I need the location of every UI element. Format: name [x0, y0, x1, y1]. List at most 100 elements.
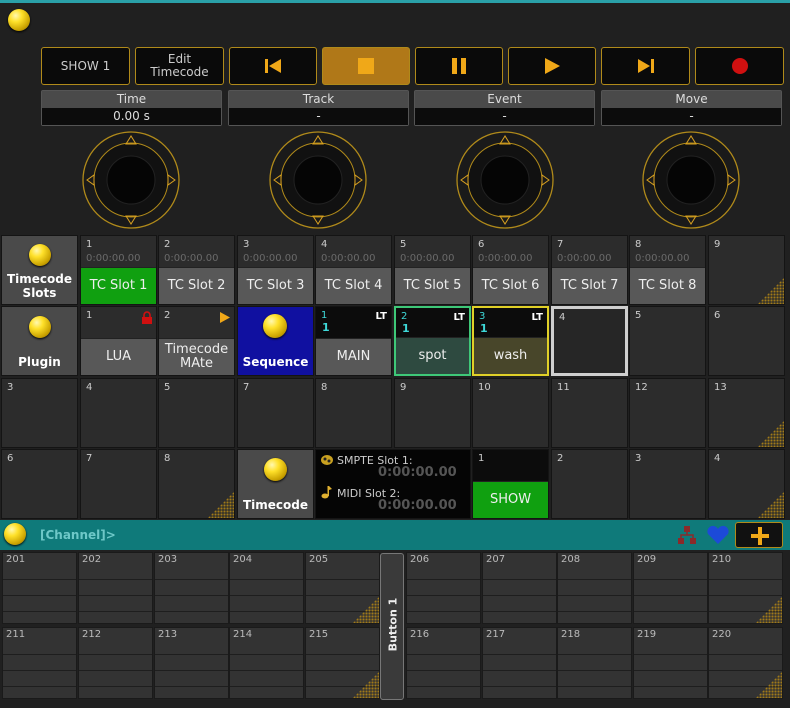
show-button[interactable]: SHOW 1: [41, 47, 130, 85]
executor-fader[interactable]: 215: [305, 627, 380, 699]
move-value: -: [602, 108, 781, 125]
skip-forward-button[interactable]: [601, 47, 690, 85]
time-field[interactable]: Time 0.00 s: [41, 90, 222, 126]
scroll-dots: [756, 672, 782, 698]
track-encoder-knob[interactable]: [269, 131, 367, 229]
tc-slot-6[interactable]: 6 0:00:00.00 TC Slot 6: [472, 235, 549, 305]
executor-fader[interactable]: 211: [2, 627, 77, 699]
button-1[interactable]: Button 1: [380, 553, 404, 700]
grid-cell[interactable]: 7: [237, 378, 314, 448]
grid-cell[interactable]: 8: [158, 449, 235, 519]
executor-fader[interactable]: 219: [633, 627, 708, 699]
grid-cell[interactable]: 4: [708, 449, 785, 519]
timecode-inputs-display[interactable]: SMPTE Slot 1: 0:00:00.00 MIDI Slot 2: 0:…: [315, 449, 471, 519]
executor-fader[interactable]: 213: [154, 627, 229, 699]
command-line[interactable]: [Channel]>: [0, 520, 790, 550]
executor-fader[interactable]: 208: [557, 552, 632, 624]
event-encoder-knob[interactable]: [456, 131, 554, 229]
executor-fader[interactable]: 218: [557, 627, 632, 699]
tc-slot-4[interactable]: 4 0:00:00.00 TC Slot 4: [315, 235, 392, 305]
tc-slot-2[interactable]: 2 0:00:00.00 TC Slot 2: [158, 235, 235, 305]
time-encoder-knob[interactable]: [82, 131, 180, 229]
executor-fader[interactable]: 212: [78, 627, 153, 699]
event-field[interactable]: Event -: [414, 90, 595, 126]
sequence-empty-5[interactable]: 5: [629, 306, 706, 376]
grid-cell[interactable]: 6: [1, 449, 78, 519]
executor-fader[interactable]: 204: [229, 552, 304, 624]
tc-slot-1[interactable]: 1 0:00:00.00 TC Slot 1: [80, 235, 157, 305]
executor-fader[interactable]: 202: [78, 552, 153, 624]
grid-cell[interactable]: 11: [551, 378, 628, 448]
fader-number: 218: [561, 629, 581, 640]
grid-cell[interactable]: 10: [472, 378, 549, 448]
slot-label: TC Slot 8: [630, 267, 705, 304]
move-field[interactable]: Move -: [601, 90, 782, 126]
executor-fader[interactable]: 216: [406, 627, 481, 699]
grid-cell[interactable]: 3: [629, 449, 706, 519]
sequence-spot[interactable]: 2 1 LT spot: [394, 306, 471, 376]
fader-divider: [407, 579, 480, 580]
play-button[interactable]: [508, 47, 596, 85]
grid-cell[interactable]: 7: [80, 449, 157, 519]
sequence-label: wash: [474, 337, 547, 374]
grid-cell[interactable]: 13: [708, 378, 785, 448]
fader-divider: [306, 670, 379, 671]
cell-number: 4: [559, 312, 566, 323]
plugin-header[interactable]: Plugin: [1, 306, 78, 376]
menu-ball-icon[interactable]: [8, 9, 30, 31]
sequence-main[interactable]: 1 1 LT MAIN: [315, 306, 392, 376]
executor-fader[interactable]: 210: [708, 552, 783, 624]
grid-cell[interactable]: 9: [394, 378, 471, 448]
executor-fader[interactable]: 214: [229, 627, 304, 699]
move-encoder-knob[interactable]: [642, 131, 740, 229]
cell-number: 3: [7, 382, 14, 393]
executor-fader[interactable]: 217: [482, 627, 557, 699]
grid-cell[interactable]: 4: [80, 378, 157, 448]
stop-icon: [358, 58, 374, 74]
timecode-show-1[interactable]: 1 SHOW: [472, 449, 549, 519]
timecode-header[interactable]: Timecode: [237, 449, 314, 519]
edit-timecode-button[interactable]: Edit Timecode: [135, 47, 224, 85]
executor-fader[interactable]: 201: [2, 552, 77, 624]
plugin-lua[interactable]: 1 LUA: [80, 306, 157, 376]
scroll-dots: [758, 421, 784, 447]
tc-slot-7[interactable]: 7 0:00:00.00 TC Slot 7: [551, 235, 628, 305]
pause-button[interactable]: [415, 47, 503, 85]
heart-icon[interactable]: [706, 525, 730, 545]
sequence-empty-6[interactable]: 6: [708, 306, 785, 376]
sequence-wash[interactable]: 3 1 LT wash: [472, 306, 549, 376]
stop-button[interactable]: [322, 47, 410, 85]
timecode-slots-header[interactable]: Timecode Slots: [1, 235, 78, 305]
grid-cell[interactable]: 8: [315, 378, 392, 448]
tc-slot-8[interactable]: 8 0:00:00.00 TC Slot 8: [629, 235, 706, 305]
grid-cell[interactable]: 2: [551, 449, 628, 519]
slot-number: 3: [243, 239, 250, 250]
fader-divider: [230, 670, 303, 671]
empty-slot-9[interactable]: 9: [708, 235, 785, 305]
sequence-header[interactable]: Sequence: [237, 306, 314, 376]
executor-fader[interactable]: 205: [305, 552, 380, 624]
command-ball-icon[interactable]: [4, 523, 26, 545]
track-field[interactable]: Track -: [228, 90, 409, 126]
timecode-ball-icon: [264, 458, 287, 481]
fader-divider: [709, 670, 782, 671]
tc-slot-5[interactable]: 5 0:00:00.00 TC Slot 5: [394, 235, 471, 305]
grid-cell[interactable]: 12: [629, 378, 706, 448]
sequence-empty-4[interactable]: 4: [551, 306, 628, 376]
executor-fader[interactable]: 203: [154, 552, 229, 624]
add-button[interactable]: [735, 522, 783, 548]
network-icon[interactable]: [677, 525, 697, 545]
sequence-label: spot: [396, 337, 469, 374]
timecode-label: Timecode: [242, 498, 309, 512]
plugin-timecodemate[interactable]: 2 TimecodeMAte: [158, 306, 235, 376]
executor-fader[interactable]: 206: [406, 552, 481, 624]
grid-cell[interactable]: 5: [158, 378, 235, 448]
executor-fader[interactable]: 220: [708, 627, 783, 699]
grid-cell[interactable]: 3: [1, 378, 78, 448]
tc-slot-3[interactable]: 3 0:00:00.00 TC Slot 3: [237, 235, 314, 305]
executor-fader[interactable]: 209: [633, 552, 708, 624]
skip-back-button[interactable]: [229, 47, 317, 85]
fader-divider: [407, 654, 480, 655]
executor-fader[interactable]: 207: [482, 552, 557, 624]
record-button[interactable]: [695, 47, 784, 85]
